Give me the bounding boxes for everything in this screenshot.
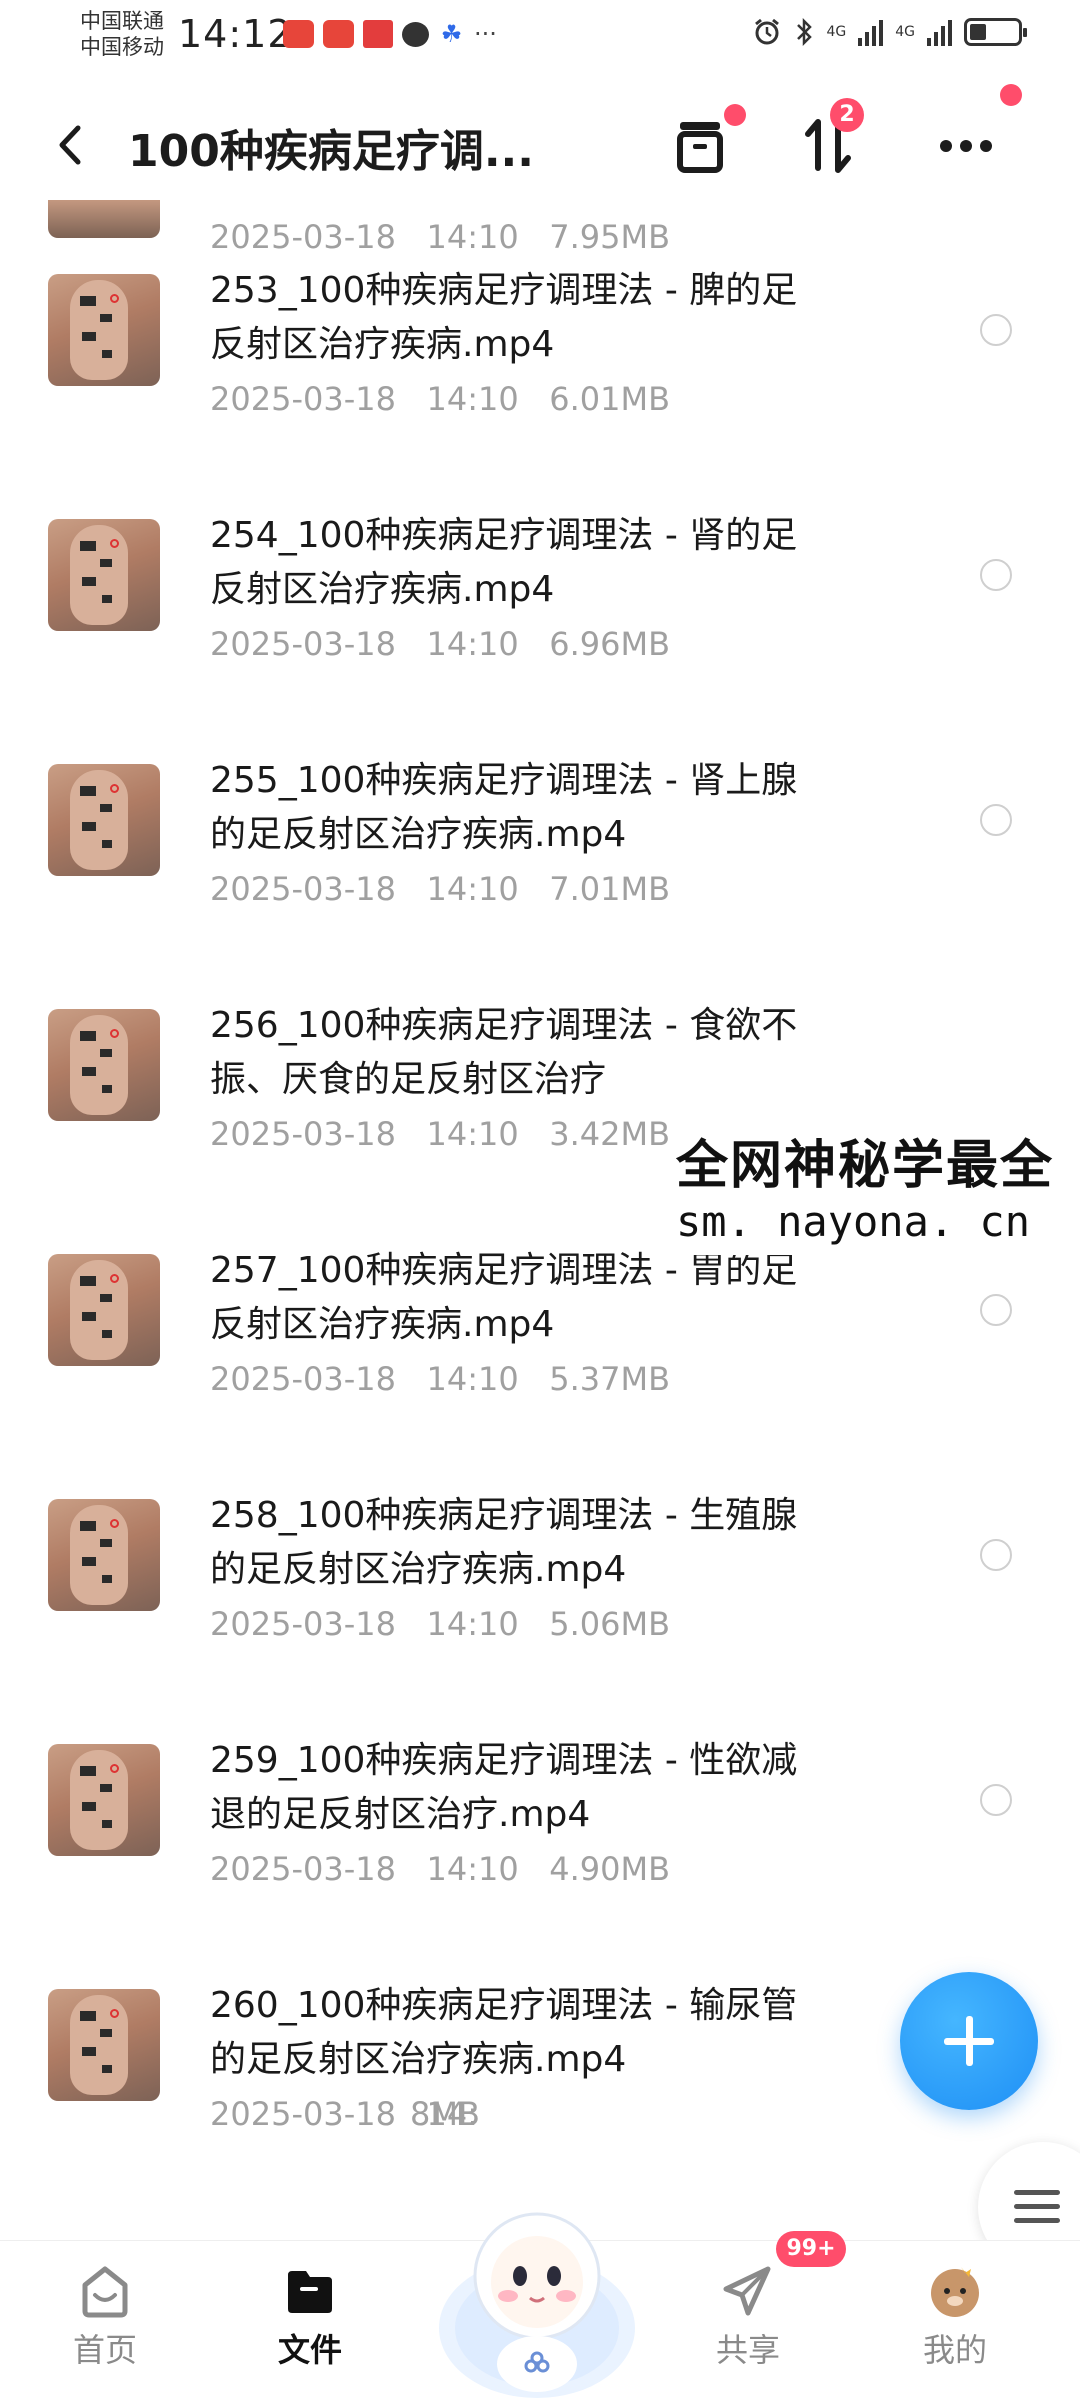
chat-icon <box>402 21 429 47</box>
carrier-2: 中国移动 <box>80 35 164 59</box>
nav-home-label: 首页 <box>72 2331 137 2369</box>
notification-dot <box>724 104 746 126</box>
file-name: 260_100种疾病足疗调理法 - 输尿管 的足反射区治疗疾病.mp4 <box>210 1985 798 2080</box>
nav-me[interactable]: 我的 <box>865 2241 1045 2400</box>
carrier-labels: 中国联通 中国移动 <box>80 8 164 60</box>
select-checkbox[interactable] <box>980 314 1012 346</box>
video-thumbnail <box>48 1254 160 1366</box>
file-meta: 2025-03-18 14:10 4.90MB <box>210 1850 671 1888</box>
system-icons: 4G 4G <box>752 17 1027 47</box>
share-badge: 99+ <box>776 2231 846 2267</box>
transfer-list-button[interactable] <box>660 104 746 186</box>
file-meta: 2025-03-18 14:10 5.37MB <box>210 1360 671 1398</box>
add-fab-button[interactable] <box>900 1972 1038 2110</box>
select-checkbox[interactable] <box>980 1784 1012 1816</box>
video-thumbnail <box>48 1989 160 2101</box>
video-thumbnail <box>48 274 160 386</box>
watermark-line-1: 全网神秘学最全 <box>676 1136 1055 1196</box>
nav-files-label: 文件 <box>277 2331 342 2369</box>
list-item[interactable]: 253_100种疾病足疗调理法 - 脾的足 反射区治疗疾病.mp4 2025-03… <box>0 230 1080 475</box>
alarm-icon <box>755 18 780 45</box>
select-checkbox[interactable] <box>980 1539 1012 1571</box>
nav-share-label: 共享 <box>715 2331 780 2369</box>
status-clock: 14:12 <box>178 12 293 56</box>
reader-app-icon <box>363 20 393 48</box>
nav-files[interactable]: 文件 <box>220 2241 400 2400</box>
file-meta-tail: 8MB <box>410 2095 480 2133</box>
file-meta: 2025-03-18 14:10 6.01MB <box>210 380 671 418</box>
nav-me-label: 我的 <box>922 2331 987 2369</box>
file-name: 253_100种疾病足疗调理法 - 脾的足 反射区治疗疾病.mp4 <box>210 270 798 365</box>
huawei-app-icon <box>323 20 354 48</box>
page-title: 100种疾病足疗调... <box>128 126 534 177</box>
top-bar: 100种疾病足疗调... 2 <box>0 80 1080 200</box>
signal-type-2: 4G <box>895 24 915 40</box>
chevron-left-icon <box>59 125 81 165</box>
signal-bars-1-icon <box>858 18 884 46</box>
signal-type-1: 4G <box>826 24 847 40</box>
video-thumbnail <box>48 1499 160 1611</box>
folder-icon <box>288 2271 332 2313</box>
list-item[interactable]: 258_100种疾病足疗调理法 - 生殖腺 的足反射区治疗疾病.mp4 2025-… <box>0 1455 1080 1700</box>
paper-plane-icon <box>723 2266 771 2316</box>
select-checkbox[interactable] <box>980 804 1012 836</box>
file-name: 255_100种疾病足疗调理法 - 肾上腺 的足反射区治疗疾病.mp4 <box>210 760 798 855</box>
file-name: 256_100种疾病足疗调理法 - 食欲不 振、厌食的足反射区治疗 <box>210 1005 798 1100</box>
more-options-button[interactable] <box>926 84 1022 186</box>
list-item[interactable]: 259_100种疾病足疗调理法 - 性欲减 退的足反射区治疗.mp4 2025-0… <box>0 1700 1080 1945</box>
select-checkbox[interactable] <box>980 559 1012 591</box>
mascot-icon <box>439 2212 635 2398</box>
video-thumbnail <box>48 764 160 876</box>
notification-icons: ☘ ··· <box>283 20 504 48</box>
status-bar: 中国联通 中国移动 14:12 ☘ ··· 4G 4G <box>0 0 1080 70</box>
watermark-overlay: 全网神秘学最全 sm. nayona. cn <box>676 1135 1080 1255</box>
video-thumbnail <box>48 1744 160 1856</box>
watermark-line-2: sm. nayona. cn <box>676 1197 1031 1246</box>
file-name: 259_100种疾病足疗调理法 - 性欲减 退的足反射区治疗.mp4 <box>210 1740 798 1835</box>
more-dots-icon <box>940 140 992 152</box>
home-icon <box>82 2266 128 2318</box>
carrier-1: 中国联通 <box>80 9 164 33</box>
bluetooth-icon <box>797 17 813 47</box>
notification-dot <box>1000 84 1022 106</box>
baidu-paw-icon: ☘ <box>440 20 463 48</box>
file-name: 254_100种疾病足疗调理法 - 肾的足 反射区治疗疾病.mp4 <box>210 515 798 610</box>
back-button[interactable] <box>50 120 90 170</box>
select-checkbox[interactable] <box>980 1294 1012 1326</box>
signal-bars-2-icon <box>927 18 952 46</box>
list-item[interactable]: 254_100种疾病足疗调理法 - 肾的足 反射区治疗疾病.mp4 2025-03… <box>0 475 1080 720</box>
file-meta: 2025-03-18 14:10 6.96MB <box>210 625 671 663</box>
huawei-app-icon <box>283 20 314 48</box>
more-notifications-icon: ··· <box>474 20 497 48</box>
sort-button[interactable]: 2 <box>788 98 868 186</box>
video-thumbnail <box>48 519 160 631</box>
file-meta: 2025-03-18 14:10 3.42MB <box>210 1115 671 1153</box>
video-thumbnail <box>48 1009 160 1121</box>
file-meta: 2025-03-18 14:10 7.01MB <box>210 870 671 908</box>
file-meta: 2025-03-18 14:10 5.06MB <box>210 1605 671 1643</box>
avatar-icon <box>931 2267 979 2317</box>
sort-badge: 2 <box>830 98 864 132</box>
mascot-assistant-button[interactable] <box>428 2178 646 2400</box>
nav-home[interactable]: 首页 <box>15 2241 195 2400</box>
list-item[interactable]: 255_100种疾病足疗调理法 - 肾上腺 的足反射区治疗疾病.mp4 2025-… <box>0 720 1080 965</box>
file-name: 257_100种疾病足疗调理法 - 胃的足 反射区治疗疾病.mp4 <box>210 1250 798 1345</box>
battery-icon <box>964 18 1027 46</box>
file-name: 258_100种疾病足疗调理法 - 生殖腺 的足反射区治疗疾病.mp4 <box>210 1495 798 1590</box>
